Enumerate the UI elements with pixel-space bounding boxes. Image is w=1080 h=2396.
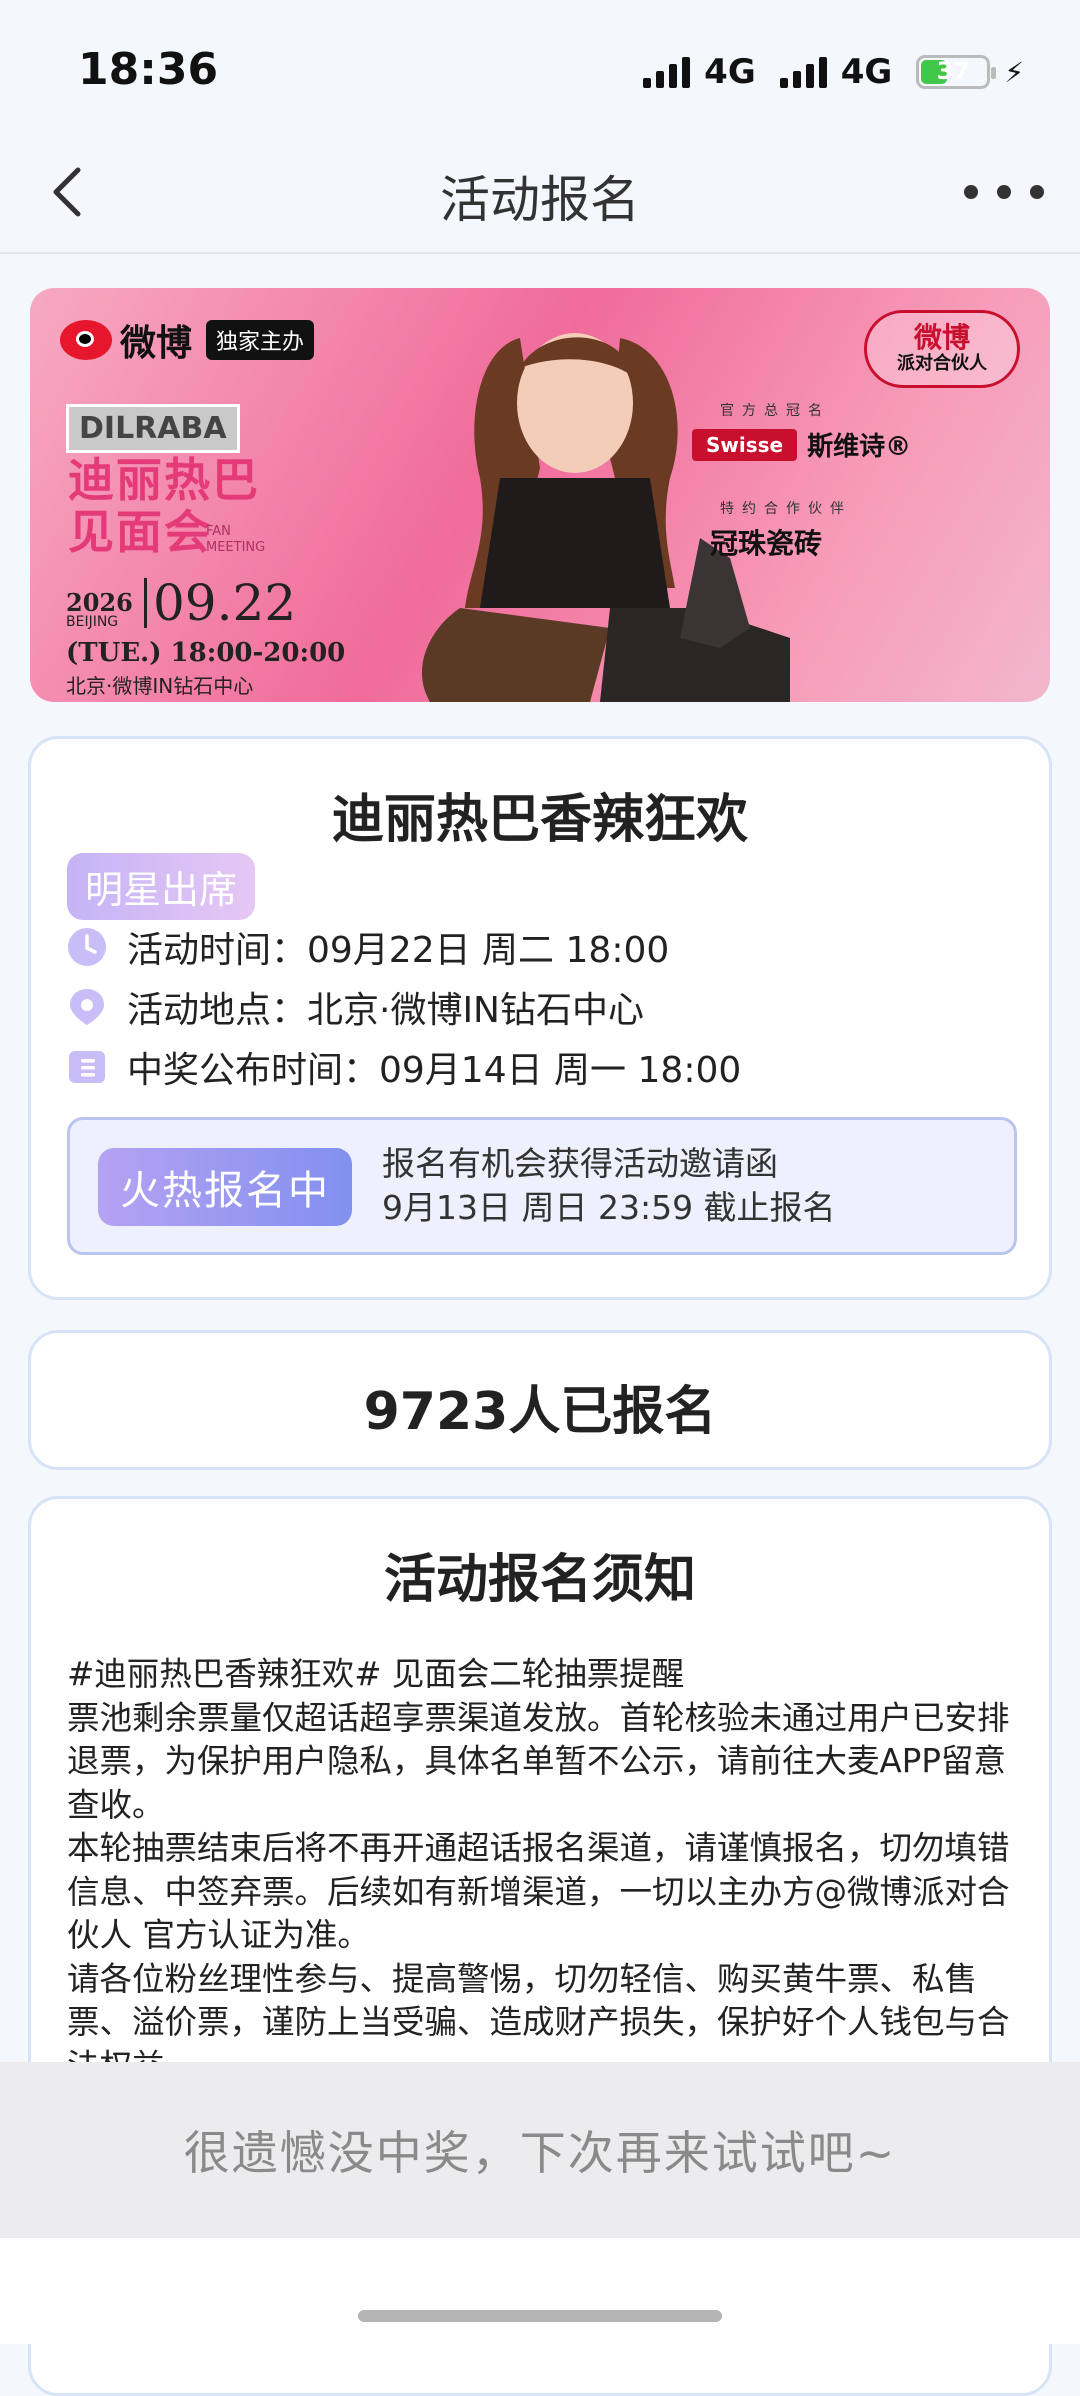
more-options-icon[interactable] (964, 162, 1044, 222)
clock-icon (68, 928, 106, 966)
charging-icon: ⚡ (1004, 55, 1024, 89)
page-title: 活动报名 (440, 171, 640, 229)
network-type-1: 4G (704, 52, 756, 92)
battery-level: 37 (936, 57, 971, 85)
banner-year: 2026 (66, 588, 133, 617)
event-banner[interactable]: 微博 独家主办 DILRABA 迪丽热巴 见面会 FAN MEETING 202… (30, 288, 1050, 702)
weibo-icon (60, 320, 112, 360)
notice-body: #迪丽热巴香辣狂欢# 见面会二轮抽票提醒 票池剩余票量仅超话超享票渠道发放。首轮… (67, 1653, 1027, 2088)
signup-status-button[interactable]: 火热报名中 (98, 1148, 352, 1226)
ticket-icon (69, 1051, 105, 1083)
banner-time: (TUE.) 18:00-20:00 (66, 638, 346, 668)
partner-logo: 冠珠瓷砖 (710, 527, 823, 560)
home-indicator[interactable] (358, 2310, 722, 2322)
signal-icon-2 (779, 56, 827, 88)
signup-count-card: 9723人已报名 (28, 1330, 1052, 1470)
network-type-2: 4G (840, 52, 893, 92)
partner-label: 特约合作伙伴 (720, 501, 852, 517)
status-bar: 18:36 4G 4G 37 ⚡ (0, 0, 1080, 140)
lottery-result-bar: 很遗憾没中奖，下次再来试试吧~ (0, 2062, 1080, 2238)
exclusive-badge: 独家主办 (206, 320, 315, 360)
location-icon (70, 989, 104, 1025)
status-time: 18:36 (78, 44, 219, 95)
event-announce-row: 中奖公布时间：09月14日 周一 18:00 (67, 1041, 741, 1093)
signup-status-text: 报名有机会获得活动邀请函 9月13日 周日 23:59 截止报名 (382, 1144, 836, 1227)
status-icons: 4G 4G 37 ⚡ (643, 52, 1024, 92)
banner-venue: 北京·微博IN钻石中心 (66, 674, 254, 698)
notice-paragraph: 本轮抽票结束后将不再开通超话报名渠道，请谨慎报名，切勿填错信息、中签弃票。后续如… (67, 1829, 1010, 1954)
nav-bar: 活动报名 (0, 140, 1080, 254)
notice-paragraph: #迪丽热巴香辣狂欢# 见面会二轮抽票提醒 (67, 1655, 685, 1693)
event-place-row: 活动地点：北京·微博IN钻石中心 (67, 981, 644, 1033)
signal-icon (643, 56, 691, 88)
artist-name-badge: DILRABA (66, 404, 240, 453)
signup-count: 9723人已报名 (363, 1382, 717, 1442)
notice-title: 活动报名须知 (383, 1550, 696, 1610)
banner-city: BEIJING (66, 614, 119, 630)
banner-title-en: FAN MEETING (206, 524, 266, 555)
event-info-card: 迪丽热巴香辣狂欢 明星出席 活动时间：09月22日 周二 18:00 活动地点：… (28, 736, 1052, 1300)
weibo-party-logo: 微博 派对合伙人 (864, 310, 1020, 388)
event-title: 迪丽热巴香辣狂欢 (331, 790, 748, 850)
notice-paragraph: 票池剩余票量仅超话超享票渠道发放。首轮核验未通过用户已安排退票，为保护用户隐私，… (67, 1698, 1010, 1824)
title-sponsor-label: 官方总冠名 (720, 403, 830, 419)
banner-date: 09.22 (144, 578, 296, 628)
swisse-logo: Swisse 斯维诗® (692, 426, 911, 463)
event-time-row: 活动时间：09月22日 周二 18:00 (67, 921, 669, 973)
star-attend-badge: 明星出席 (67, 853, 256, 920)
weibo-logo: 微博 独家主办 (60, 314, 315, 366)
home-area (0, 2238, 1080, 2344)
battery-icon: 37 (916, 55, 997, 89)
signup-status-box: 火热报名中 报名有机会获得活动邀请函 9月13日 周日 23:59 截止报名 (67, 1117, 1017, 1255)
